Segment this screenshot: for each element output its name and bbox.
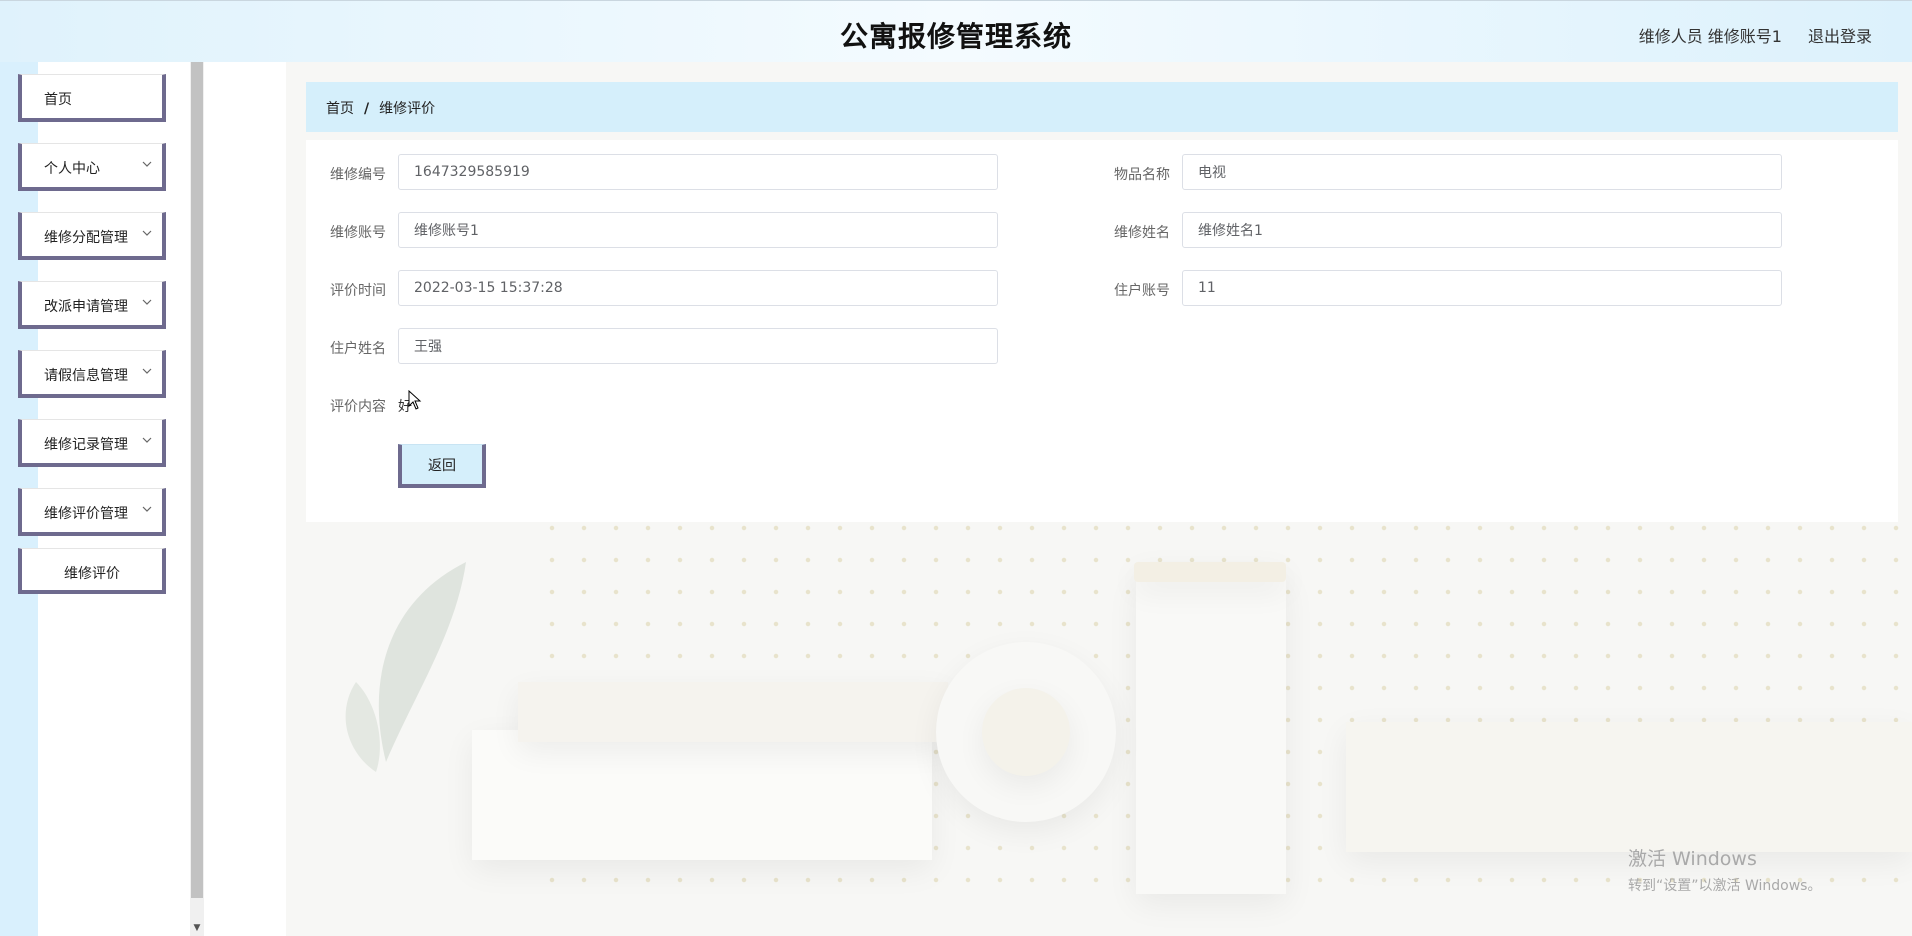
eval-time-input[interactable] [398, 270, 998, 306]
sidebar-item-label: 请假信息管理 [44, 368, 128, 384]
repair-name-input[interactable] [1182, 212, 1782, 248]
sidebar-item-label: 维修评价 [64, 566, 120, 582]
eval-time-label: 评价时间 [330, 283, 386, 299]
sidebar-item-home[interactable]: 首页 [18, 74, 166, 122]
item-name-input[interactable] [1182, 154, 1782, 190]
repair-account-input[interactable] [398, 212, 998, 248]
current-user: 维修人员 维修账号1 [1638, 27, 1782, 46]
sidebar-scrollbar[interactable]: ▼ [190, 62, 204, 936]
sidebar-item-label: 维修分配管理 [44, 230, 128, 246]
chevron-down-icon [142, 368, 152, 374]
resident-account-input[interactable] [1182, 270, 1782, 306]
decor-block [1346, 722, 1912, 852]
back-button[interactable]: 返回 [398, 444, 486, 488]
sidebar-item-personal-center[interactable]: 个人中心 [18, 143, 166, 191]
chevron-down-icon [142, 506, 152, 512]
app-title: 公寓报修管理系统 [839, 20, 1072, 53]
decor-box [472, 730, 932, 860]
decor-cylinder [1136, 574, 1286, 894]
decor-cylinder-top [1134, 562, 1286, 582]
repair-name-label: 维修姓名 [1114, 225, 1170, 241]
chevron-down-icon [142, 161, 152, 167]
repair-no-input[interactable] [398, 154, 998, 190]
sidebar-item-label: 改派申请管理 [44, 299, 128, 315]
sidebar-item-label: 个人中心 [44, 161, 100, 177]
eval-content-label: 评价内容 [330, 399, 386, 415]
windows-activation-watermark: 激活 Windows 转到“设置”以激活 Windows。 [1628, 844, 1821, 895]
sidebar-item-label: 维修记录管理 [44, 437, 128, 453]
repair-no-label: 维修编号 [330, 167, 386, 183]
chevron-down-icon [142, 299, 152, 305]
mouse-cursor-icon [408, 390, 422, 410]
scroll-down-arrow-icon[interactable]: ▼ [191, 922, 203, 934]
sidebar-item-repair-assignment[interactable]: 维修分配管理 [18, 212, 166, 260]
item-name-label: 物品名称 [1114, 167, 1170, 183]
breadcrumb-separator: / [364, 101, 370, 117]
breadcrumb-home[interactable]: 首页 [326, 101, 354, 117]
sidebar-item-reassign-request[interactable]: 改派申请管理 [18, 281, 166, 329]
chevron-down-icon [142, 230, 152, 236]
sidebar-item-repair-records[interactable]: 维修记录管理 [18, 419, 166, 467]
repair-account-label: 维修账号 [330, 225, 386, 241]
decor-slab [518, 682, 948, 742]
evaluation-detail-form: 维修编号 物品名称 维修账号 维修姓名 评价时间 住户账号 住户姓名 评价内容 … [306, 140, 1898, 522]
resident-name-input[interactable] [398, 328, 998, 364]
watermark-line2: 转到“设置”以激活 Windows。 [1628, 878, 1822, 894]
chevron-down-icon [142, 437, 152, 443]
logout-link[interactable]: 退出登录 [1808, 23, 1872, 47]
top-header: 公寓报修管理系统 维修人员 维修账号1 退出登录 [0, 0, 1912, 62]
breadcrumb-current: 维修评价 [379, 101, 436, 117]
sidebar-item-label: 首页 [44, 92, 72, 108]
resident-name-label: 住户姓名 [330, 341, 386, 357]
decor-ring-inner [982, 688, 1070, 776]
leaf-icon [345, 562, 466, 772]
scrollbar-thumb[interactable] [191, 62, 203, 898]
watermark-line1: 激活 Windows [1628, 848, 1757, 870]
decor-plant [326, 542, 486, 802]
breadcrumb: 首页 / 维修评价 [306, 82, 1898, 132]
resident-account-label: 住户账号 [1114, 283, 1170, 299]
sidebar-item-leave-info[interactable]: 请假信息管理 [18, 350, 166, 398]
sidebar-item-repair-evaluation[interactable]: 维修评价管理 [18, 488, 166, 536]
sidebar-item-label: 维修评价管理 [44, 506, 128, 522]
sidebar-subitem-repair-evaluation[interactable]: 维修评价 [18, 548, 166, 594]
